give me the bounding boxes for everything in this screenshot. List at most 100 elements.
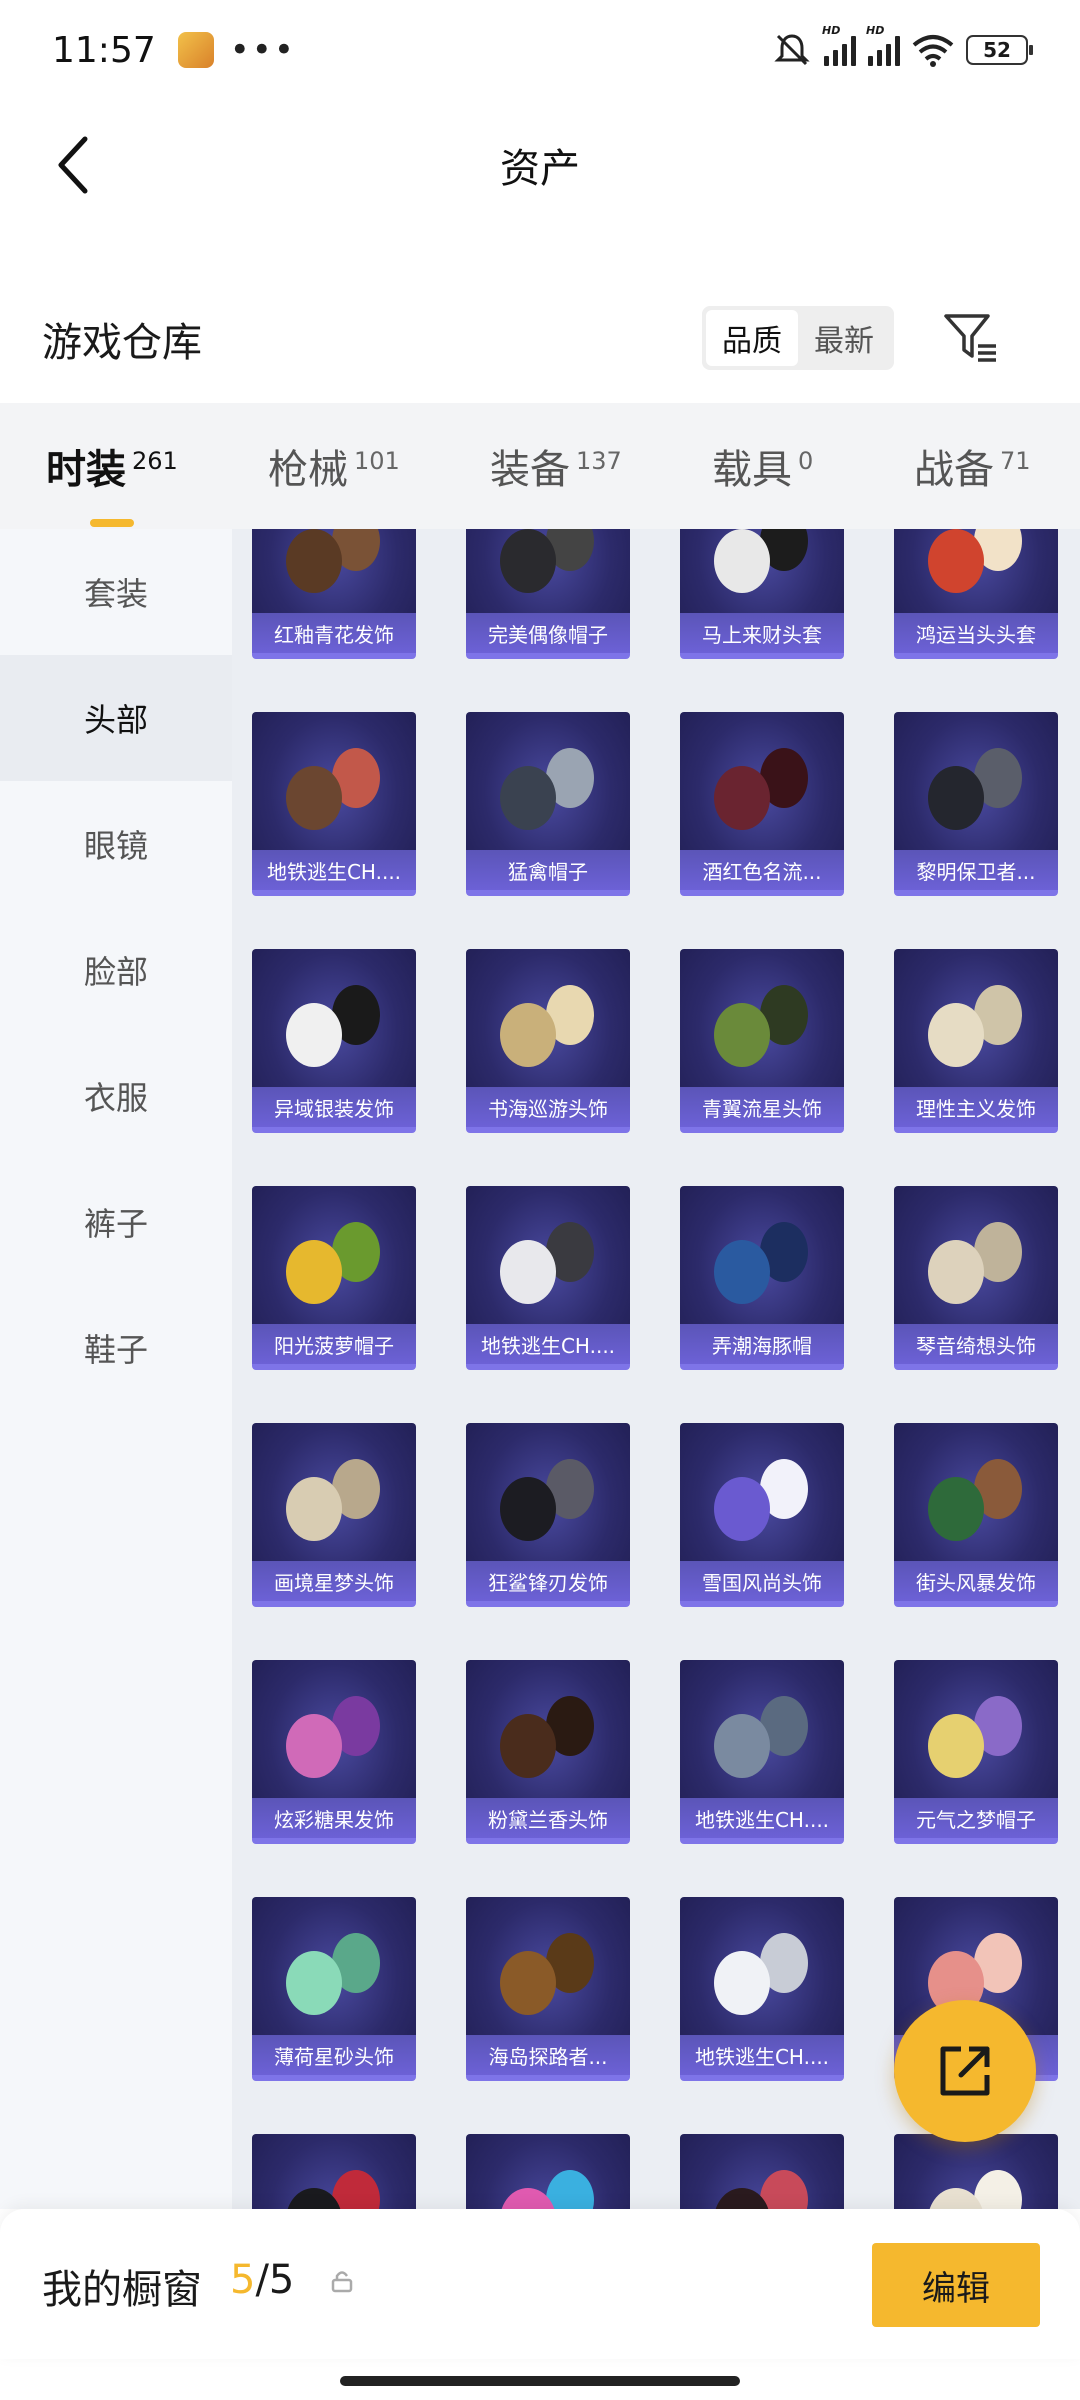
- item-label: 青翼流星头饰: [680, 1087, 844, 1127]
- item-image: [500, 748, 594, 830]
- filter-button[interactable]: [942, 308, 1000, 366]
- item-label: 完美偶像帽子: [466, 613, 630, 653]
- item-card[interactable]: [894, 2134, 1058, 2209]
- item-image: [714, 1933, 808, 2015]
- item-label: 琴音绮想头饰: [894, 1324, 1058, 1364]
- sort-latest-button[interactable]: 最新: [798, 310, 890, 366]
- item-image: [928, 748, 1022, 830]
- filter-icon: [944, 314, 996, 362]
- item-card[interactable]: 海岛探路者...: [466, 1897, 630, 2081]
- item-image: [714, 1222, 808, 1304]
- item-image: [287, 2170, 380, 2209]
- item-image: [928, 1459, 1022, 1541]
- app-notification-icon: [177, 32, 214, 68]
- item-image: [714, 748, 808, 830]
- signal-2-icon: HD: [866, 24, 900, 66]
- item-card[interactable]: [680, 2134, 844, 2209]
- item-image: [286, 985, 380, 1067]
- sidebar-item-clothes[interactable]: 衣服: [0, 1033, 232, 1159]
- item-label: 薄荷星砂头饰: [252, 2035, 416, 2075]
- wifi-icon: [912, 35, 954, 67]
- item-card[interactable]: 理性主义发饰: [894, 949, 1058, 1133]
- item-card[interactable]: 琴音绮想头饰: [894, 1186, 1058, 1370]
- item-image: [714, 529, 808, 593]
- tab-vehicles[interactable]: 载具 0: [712, 437, 914, 495]
- sidebar-item-pants[interactable]: 裤子: [0, 1159, 232, 1285]
- share-button[interactable]: [894, 2000, 1036, 2142]
- item-label: 海岛探路者...: [466, 2035, 630, 2075]
- item-card[interactable]: 粉黛兰香头饰: [466, 1660, 630, 1844]
- tab-supplies[interactable]: 战备 71: [914, 437, 1064, 495]
- edit-button[interactable]: 编辑: [872, 2243, 1040, 2327]
- item-label: 猛禽帽子: [466, 850, 630, 890]
- item-image: [500, 1933, 594, 2015]
- item-card[interactable]: 红釉青花发饰: [252, 529, 416, 659]
- sort-quality-button[interactable]: 品质: [706, 310, 798, 366]
- showcase-bar: 我的橱窗 5/5 编辑: [0, 2209, 1080, 2359]
- sidebar-item-glasses[interactable]: 眼镜: [0, 781, 232, 907]
- item-card[interactable]: 雪国风尚头饰: [680, 1423, 844, 1607]
- showcase-count: 5/5: [230, 2257, 295, 2303]
- item-card[interactable]: 青翼流星头饰: [680, 949, 844, 1133]
- item-label: 街头风暴发饰: [894, 1561, 1058, 1601]
- item-card[interactable]: 异域银装发饰: [252, 949, 416, 1133]
- item-card[interactable]: [252, 2134, 416, 2209]
- item-label: 炫彩糖果发饰: [252, 1798, 416, 1838]
- back-button[interactable]: [38, 130, 108, 200]
- item-image: [928, 1696, 1022, 1778]
- signal-1-icon: HD: [822, 24, 856, 66]
- sidebar-item-head[interactable]: 头部: [0, 655, 232, 781]
- item-label: 书海巡游头饰: [466, 1087, 630, 1127]
- chevron-left-icon: [58, 136, 88, 194]
- item-card[interactable]: 猛禽帽子: [466, 712, 630, 896]
- item-label: 理性主义发饰: [894, 1087, 1058, 1127]
- item-image: [928, 529, 1022, 593]
- more-notifications-icon: •••: [229, 30, 296, 70]
- item-card[interactable]: 弄潮海豚帽: [680, 1186, 844, 1370]
- home-indicator[interactable]: [340, 2376, 740, 2386]
- item-card[interactable]: 画境星梦头饰: [252, 1423, 416, 1607]
- item-card[interactable]: 薄荷星砂头饰: [252, 1897, 416, 2081]
- sidebar-item-shoes[interactable]: 鞋子: [0, 1285, 232, 1411]
- item-image: [929, 2170, 1022, 2209]
- item-card[interactable]: 炫彩糖果发饰: [252, 1660, 416, 1844]
- item-image: [500, 1696, 594, 1778]
- showcase-title: 我的橱窗: [42, 2267, 202, 2313]
- item-label: 阳光菠萝帽子: [252, 1324, 416, 1364]
- category-tabs: 时装 261 枪械 101 装备 137 载具 0 战备 71: [0, 403, 1080, 529]
- tab-guns[interactable]: 枪械 101: [268, 437, 490, 495]
- item-card[interactable]: 黎明保卫者...: [894, 712, 1058, 896]
- item-card[interactable]: 街头风暴发饰: [894, 1423, 1058, 1607]
- item-card[interactable]: 狂鲨锋刃发饰: [466, 1423, 630, 1607]
- item-image: [286, 529, 380, 593]
- item-card[interactable]: 酒红色名流...: [680, 712, 844, 896]
- item-card[interactable]: 元气之梦帽子: [894, 1660, 1058, 1844]
- item-label: 地铁逃生CH....: [680, 2035, 844, 2075]
- warehouse-title: 游戏仓库: [42, 320, 202, 366]
- sidebar-item-suit[interactable]: 套装: [0, 529, 232, 655]
- item-card[interactable]: 书海巡游头饰: [466, 949, 630, 1133]
- item-card[interactable]: 地铁逃生CH....: [680, 1897, 844, 2081]
- item-card[interactable]: 地铁逃生CH....: [680, 1660, 844, 1844]
- item-image: [286, 1459, 380, 1541]
- item-grid: 红釉青花发饰 完美偶像帽子 马上来财头套 鸿运当头头套地铁逃生CH.... 猛禽帽子 酒红…: [232, 529, 1080, 2209]
- item-image: [286, 1933, 380, 2015]
- item-card[interactable]: 马上来财头套: [680, 529, 844, 659]
- item-image: [500, 1222, 594, 1304]
- item-card[interactable]: 鸿运当头头套: [894, 529, 1058, 659]
- item-image: [500, 985, 594, 1067]
- item-card[interactable]: 地铁逃生CH....: [466, 1186, 630, 1370]
- sidebar-item-face[interactable]: 脸部: [0, 907, 232, 1033]
- item-card[interactable]: 完美偶像帽子: [466, 529, 630, 659]
- battery-icon: 52: [966, 35, 1033, 65]
- item-card[interactable]: 地铁逃生CH....: [252, 712, 416, 896]
- item-card[interactable]: [466, 2134, 630, 2209]
- share-icon: [940, 2046, 990, 2096]
- item-label: 粉黛兰香头饰: [466, 1798, 630, 1838]
- tab-equipment[interactable]: 装备 137: [490, 437, 712, 495]
- item-label: 弄潮海豚帽: [680, 1324, 844, 1364]
- item-card[interactable]: 阳光菠萝帽子: [252, 1186, 416, 1370]
- item-label: 黎明保卫者...: [894, 850, 1058, 890]
- tab-fashion[interactable]: 时装 261: [46, 437, 268, 527]
- status-bar: 11:57 ••• HD HD 52: [0, 0, 1080, 100]
